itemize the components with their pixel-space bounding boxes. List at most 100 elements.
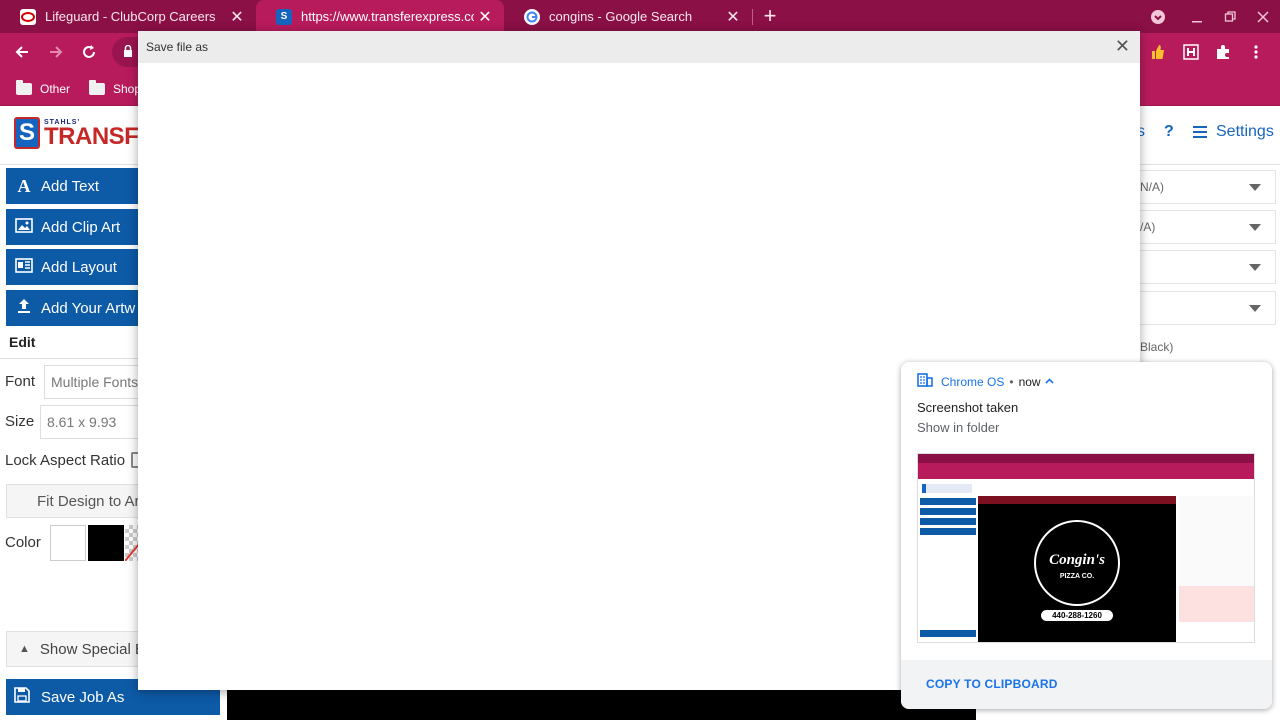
tab-separator — [752, 9, 753, 25]
thumb-sub-text: PIZZA CO. — [1059, 573, 1095, 580]
screenshot-notification[interactable]: Chrome OS • now Screenshot taken Show in… — [901, 362, 1272, 709]
notification-footer: COPY TO CLIPBOARD — [901, 660, 1272, 709]
tab-lifeguard[interactable]: Lifeguard - ClubCorp Careers ✕ — [0, 0, 256, 33]
dropdown-caret-icon — [1249, 183, 1261, 191]
settings-label: Settings — [1216, 123, 1274, 140]
bookmark-label: Shop — [113, 82, 142, 96]
thumb-canvas: Congin's PIZZA CO. 440-288-1260 — [978, 496, 1176, 642]
add-text-button[interactable]: A Add Text — [6, 168, 140, 204]
back-icon[interactable] — [7, 38, 37, 66]
screenshot-thumbnail[interactable]: Congin's PIZZA CO. 440-288-1260 — [917, 453, 1255, 643]
folder-icon — [89, 80, 105, 95]
thumb-phone-text: 440-288-1260 — [1041, 610, 1113, 621]
add-your-artwork-button[interactable]: Add Your Artw — [6, 290, 140, 326]
close-tab-icon[interactable]: ✕ — [226, 7, 248, 27]
settings-link[interactable]: Settings — [1193, 123, 1274, 141]
help-icon[interactable]: ? — [1164, 123, 1174, 141]
tab-strip: Lifeguard - ClubCorp Careers ✕ S https:/… — [0, 0, 1280, 33]
show-in-folder-link[interactable]: Show in folder — [917, 420, 999, 435]
bookmark-label: Other — [40, 82, 71, 96]
right-select-3[interactable] — [1140, 250, 1276, 284]
h-extension-icon[interactable] — [1177, 38, 1205, 66]
building-icon — [917, 373, 933, 390]
button-label: Add Clip Art — [41, 218, 121, 236]
button-label: Show Special E — [39, 640, 140, 658]
image-icon — [14, 217, 34, 237]
notification-header: Chrome OS • now — [917, 373, 1054, 390]
dropdown-caret-icon — [1249, 304, 1261, 312]
transferexpress-favicon-icon: S — [276, 8, 292, 25]
edit-heading: Edit — [9, 334, 36, 350]
size-label: Size — [5, 413, 35, 430]
button-label: Add Layout — [41, 258, 117, 276]
thumb-right-panel — [1179, 496, 1254, 586]
right-select-value: /A) — [1140, 220, 1156, 234]
thumb-canvas-toolbar — [978, 496, 1176, 504]
button-label: Add Your Artw — [41, 299, 136, 317]
dropdown-caret-icon — [1249, 223, 1261, 231]
design-canvas-edge — [227, 690, 976, 720]
tab-search-icon[interactable] — [1141, 0, 1175, 33]
notification-app-name: Chrome OS — [941, 374, 1005, 389]
tab-title: Lifeguard - ClubCorp Careers — [45, 9, 216, 24]
extensions-puzzle-icon[interactable] — [1209, 38, 1237, 66]
thumb-button — [920, 630, 976, 637]
minimize-icon[interactable] — [1180, 0, 1214, 33]
thumb-tabbar — [918, 454, 1254, 463]
text-a-icon: A — [17, 175, 31, 196]
thumb-button — [920, 498, 976, 505]
color-swatch-black[interactable] — [88, 525, 124, 561]
add-clip-art-button[interactable]: Add Clip Art — [6, 209, 140, 245]
copy-to-clipboard-button[interactable]: COPY TO CLIPBOARD — [926, 677, 1058, 691]
thumb-button — [920, 508, 976, 515]
clubcorp-favicon-icon — [20, 8, 36, 25]
size-field[interactable]: 8.61 x 9.93 — [40, 405, 140, 439]
color-swatch-white[interactable] — [50, 525, 86, 561]
folder-icon — [16, 80, 32, 95]
bookmark-folder-other[interactable]: Other — [16, 79, 70, 99]
button-label: Save Job As — [41, 688, 125, 706]
right-select-4[interactable] — [1140, 291, 1276, 325]
bookmark-folder-shop[interactable]: Shop — [89, 79, 141, 99]
logo-s-icon: S — [14, 117, 40, 149]
tab-google-search[interactable]: congins - Google Search ✕ — [504, 0, 752, 33]
new-tab-button[interactable]: + — [757, 4, 783, 30]
thumbs-up-extension-icon[interactable] — [1144, 38, 1172, 66]
notification-time: now — [1018, 374, 1041, 389]
color-label: Color — [5, 534, 41, 551]
right-select-1[interactable]: N/A) — [1140, 170, 1276, 204]
right-select-value: N/A) — [1140, 180, 1164, 194]
right-select-2[interactable]: /A) — [1140, 210, 1276, 244]
thumb-button — [920, 528, 976, 535]
close-tab-icon[interactable]: ✕ — [722, 7, 744, 27]
triangle-up-icon: ▲ — [19, 643, 30, 655]
google-favicon-icon — [524, 8, 540, 25]
show-special-effects-button[interactable]: ▲ Show Special E — [6, 631, 140, 667]
chevron-up-icon[interactable] — [1045, 376, 1054, 387]
close-dialog-icon[interactable]: ✕ — [1115, 36, 1130, 57]
more-menu-icon[interactable] — [1242, 38, 1270, 66]
dropdown-caret-icon — [1249, 263, 1261, 271]
restore-icon[interactable] — [1213, 0, 1247, 33]
lock-aspect-ratio-label: Lock Aspect Ratio — [5, 452, 126, 469]
upload-icon — [14, 298, 34, 318]
close-window-icon[interactable] — [1246, 0, 1280, 33]
thumb-button — [920, 518, 976, 525]
fit-design-button[interactable]: Fit Design to Ar — [6, 484, 140, 518]
tab-title: congins - Google Search — [549, 9, 693, 24]
thumb-bookmarks — [918, 472, 1254, 479]
tab-transferexpress[interactable]: S https://www.transferexpress.com ✕ — [256, 0, 504, 33]
dialog-title: Save file as — [146, 40, 209, 54]
thumb-brand-text: Congin's — [1049, 552, 1105, 568]
reload-icon[interactable] — [74, 38, 104, 66]
forward-icon[interactable] — [41, 38, 71, 66]
save-disk-icon — [14, 687, 34, 707]
close-tab-icon[interactable]: ✕ — [474, 7, 496, 27]
font-label: Font — [5, 373, 36, 390]
font-select[interactable]: Multiple Fonts — [44, 365, 140, 399]
add-layout-button[interactable]: Add Layout — [6, 249, 140, 285]
dialog-header: Save file as ✕ — [138, 31, 1140, 63]
thumb-logo — [922, 484, 972, 493]
lock-icon — [123, 44, 133, 63]
notification-separator: • — [1009, 374, 1014, 389]
